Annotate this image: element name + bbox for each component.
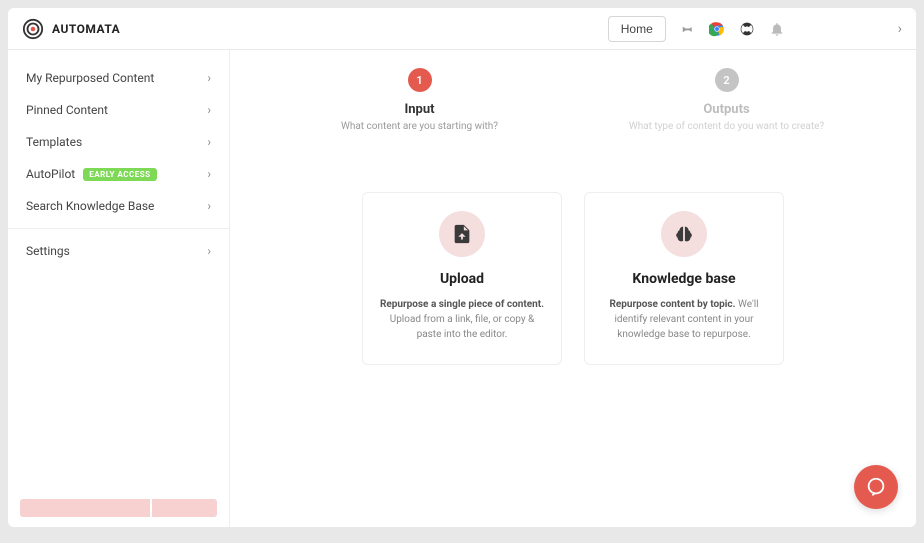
step-number: 2 (715, 68, 739, 92)
topbar: AUTOMATA Home (8, 8, 916, 50)
sidebar-item-settings[interactable]: Settings › (8, 235, 229, 267)
home-button[interactable]: Home (608, 16, 666, 42)
help-icon[interactable] (738, 20, 756, 38)
option-cards: Upload Repurpose a single piece of conte… (266, 192, 880, 365)
chevron-right-icon: › (207, 167, 211, 181)
chrome-icon[interactable] (708, 20, 726, 38)
card-knowledge-base[interactable]: Knowledge base Repurpose content by topi… (584, 192, 784, 365)
step-outputs: 2 Outputs What type of content do you wa… (573, 68, 880, 132)
sidebar-item-label: Pinned Content (26, 103, 108, 117)
brand-name: AUTOMATA (52, 22, 120, 36)
sidebar: My Repurposed Content › Pinned Content ›… (8, 50, 230, 527)
chat-fab[interactable] (854, 465, 898, 509)
brain-icon (661, 211, 707, 257)
card-title: Upload (379, 271, 545, 287)
early-access-badge: EARLY ACCESS (83, 168, 156, 181)
step-title: Input (404, 102, 434, 117)
stepper: 1 Input What content are you starting wi… (266, 68, 880, 132)
card-description: Repurpose a single piece of content. Upl… (379, 297, 545, 342)
brand-logo-icon (22, 18, 44, 40)
bell-icon[interactable] (768, 20, 786, 38)
brand: AUTOMATA (22, 18, 120, 40)
chevron-right-icon: › (207, 199, 211, 213)
card-description: Repurpose content by topic. We'll identi… (601, 297, 767, 342)
card-upload[interactable]: Upload Repurpose a single piece of conte… (362, 192, 562, 365)
sidebar-footer (8, 489, 229, 527)
step-number: 1 (408, 68, 432, 92)
chevron-right-icon: › (207, 135, 211, 149)
upload-icon (439, 211, 485, 257)
sidebar-item-pinned[interactable]: Pinned Content › (8, 94, 229, 126)
chevron-right-icon: › (207, 103, 211, 117)
step-subtitle: What type of content do you want to crea… (629, 121, 824, 132)
sidebar-item-repurposed[interactable]: My Repurposed Content › (8, 62, 229, 94)
pin-icon[interactable] (678, 20, 696, 38)
expand-chevron-icon[interactable]: › (898, 21, 902, 37)
quota-bar (20, 499, 217, 517)
sidebar-item-label: My Repurposed Content (26, 71, 154, 85)
sidebar-item-templates[interactable]: Templates › (8, 126, 229, 158)
chevron-right-icon: › (207, 244, 211, 258)
step-title: Outputs (703, 102, 749, 117)
sidebar-item-label: AutoPilot (26, 167, 75, 181)
sidebar-item-label: Search Knowledge Base (26, 199, 154, 213)
sidebar-item-label: Templates (26, 135, 82, 149)
step-input: 1 Input What content are you starting wi… (266, 68, 573, 132)
card-title: Knowledge base (601, 271, 767, 287)
sidebar-item-autopilot[interactable]: AutoPilot EARLY ACCESS › (8, 158, 229, 190)
step-subtitle: What content are you starting with? (341, 121, 498, 132)
main-content: 1 Input What content are you starting wi… (230, 50, 916, 527)
divider (8, 228, 229, 229)
chevron-right-icon: › (207, 71, 211, 85)
sidebar-item-search-kb[interactable]: Search Knowledge Base › (8, 190, 229, 222)
sidebar-item-label: Settings (26, 244, 70, 258)
